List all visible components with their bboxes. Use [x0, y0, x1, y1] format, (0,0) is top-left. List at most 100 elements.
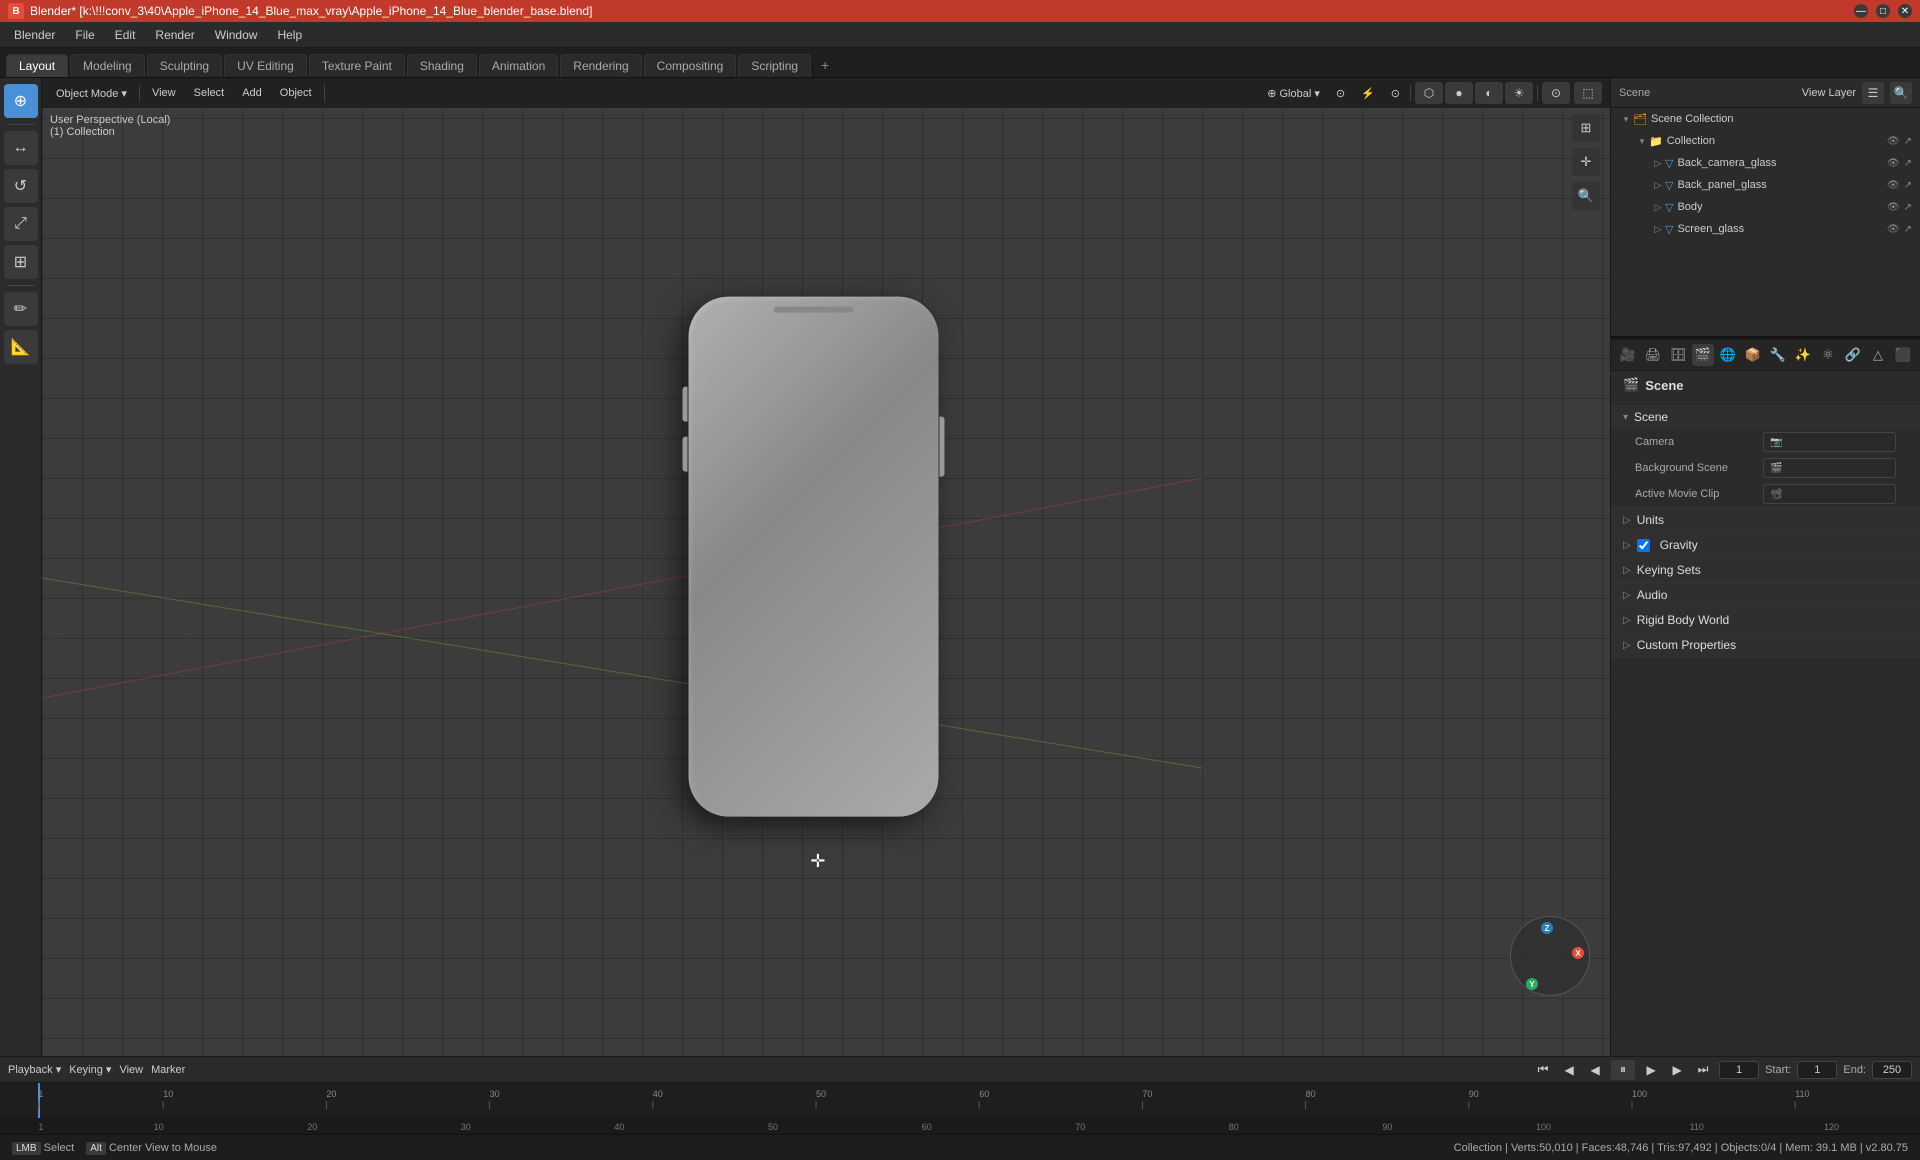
prev-frame-button[interactable]: ◀: [1559, 1060, 1579, 1080]
tab-modeling[interactable]: Modeling: [70, 54, 145, 77]
gizmo-z-axis[interactable]: Z: [1541, 922, 1553, 934]
background-scene-input[interactable]: 🎬: [1763, 458, 1896, 478]
menu-blender[interactable]: Blender: [6, 26, 63, 44]
rendered-shading-button[interactable]: ☀: [1505, 82, 1533, 104]
global-transform-button[interactable]: ⊕ Global ▾: [1261, 85, 1326, 102]
frame-end-input[interactable]: [1872, 1061, 1912, 1079]
marker-menu[interactable]: Marker: [151, 1064, 185, 1076]
object-props-tab[interactable]: 📦: [1742, 344, 1764, 366]
scene-props-tab[interactable]: 🎬: [1692, 344, 1714, 366]
proportional-edit-button[interactable]: ⊙: [1385, 85, 1406, 102]
data-props-tab[interactable]: △: [1867, 344, 1889, 366]
tab-texture-paint[interactable]: Texture Paint: [309, 54, 405, 77]
rotate-tool-button[interactable]: ↺: [4, 169, 38, 203]
keying-sets-section-header[interactable]: ▷ Keying Sets: [1611, 558, 1920, 582]
physics-props-tab[interactable]: ⚛: [1817, 344, 1839, 366]
search-viewport-button[interactable]: 🔍: [1572, 182, 1600, 210]
pivot-button[interactable]: ⊙: [1330, 85, 1351, 102]
gizmo-y-axis[interactable]: Y: [1526, 978, 1538, 990]
gravity-section-header[interactable]: ▷ Gravity: [1611, 533, 1920, 557]
menu-file[interactable]: File: [67, 26, 102, 44]
tab-sculpting[interactable]: Sculpting: [147, 54, 222, 77]
screen-glass-vis: 👁: [1887, 224, 1900, 235]
close-button[interactable]: ✕: [1898, 4, 1912, 18]
tab-animation[interactable]: Animation: [479, 54, 558, 77]
custom-properties-section-header[interactable]: ▷ Custom Properties: [1611, 633, 1920, 657]
next-keyframe-button[interactable]: ▶: [1667, 1060, 1687, 1080]
view-menu-timeline[interactable]: View: [119, 1064, 143, 1076]
object-mode-dropdown[interactable]: Object Mode ▾: [50, 85, 133, 102]
grid-floor-button[interactable]: ⊞: [1572, 114, 1600, 142]
solid-shading-button[interactable]: ●: [1445, 82, 1473, 104]
wireframe-shading-button[interactable]: ⬡: [1415, 82, 1443, 104]
body-row[interactable]: ▷ ▽ Body 👁 ↗: [1611, 196, 1920, 218]
keying-menu[interactable]: Keying ▾: [69, 1063, 111, 1076]
prev-keyframe-button[interactable]: ◀: [1585, 1060, 1605, 1080]
back-camera-glass-row[interactable]: ▷ ▽ Back_camera_glass 👁 ↗: [1611, 152, 1920, 174]
cursor-viewport-button[interactable]: ✛: [1572, 148, 1600, 176]
scale-tool-button[interactable]: ⤢: [4, 207, 38, 241]
measure-tool-button[interactable]: 📐: [4, 330, 38, 364]
jump-end-button[interactable]: ⏭: [1693, 1060, 1713, 1080]
view-menu[interactable]: View: [146, 85, 182, 101]
transform-tool-button[interactable]: ⊞: [4, 245, 38, 279]
add-workspace-button[interactable]: +: [813, 53, 837, 77]
constraints-props-tab[interactable]: 🔗: [1842, 344, 1864, 366]
particles-props-tab[interactable]: ✨: [1792, 344, 1814, 366]
outliner-filter-button[interactable]: ☰: [1862, 82, 1884, 104]
playback-menu[interactable]: Playback ▾: [8, 1063, 61, 1076]
move-tool-button[interactable]: ↔: [4, 131, 38, 165]
tab-scripting[interactable]: Scripting: [738, 54, 811, 77]
world-props-tab[interactable]: 🌐: [1717, 344, 1739, 366]
frame-end-label: End:: [1843, 1064, 1866, 1076]
maximize-button[interactable]: □: [1876, 4, 1890, 18]
timeline-track[interactable]: 1 10 20 30 40 50 60 70 80 90 100 110: [0, 1083, 1920, 1134]
modifier-props-tab[interactable]: 🔧: [1767, 344, 1789, 366]
xray-button[interactable]: ⬚: [1574, 82, 1602, 104]
audio-section-header[interactable]: ▷ Audio: [1611, 583, 1920, 607]
jump-start-button[interactable]: ⏮: [1533, 1060, 1553, 1080]
overlay-button[interactable]: ⊙: [1542, 82, 1570, 104]
screen-glass-row[interactable]: ▷ ▽ Screen_glass 👁 ↗: [1611, 218, 1920, 240]
frame-start-input[interactable]: [1797, 1061, 1837, 1079]
view-layer-props-tab[interactable]: 🗄: [1667, 344, 1689, 366]
gizmo-x-axis[interactable]: X: [1572, 947, 1584, 959]
viewport-3d[interactable]: Object Mode ▾ View Select Add Object ⊕ G…: [42, 78, 1610, 1056]
window-controls[interactable]: — □ ✕: [1854, 4, 1912, 18]
annotate-tool-button[interactable]: ✏: [4, 292, 38, 326]
navigation-gizmo[interactable]: X Y Z: [1510, 916, 1600, 1006]
snap-button[interactable]: ⚡: [1355, 85, 1381, 102]
minimize-button[interactable]: —: [1854, 4, 1868, 18]
active-movie-clip-input[interactable]: 📽: [1763, 484, 1896, 504]
units-section-header[interactable]: ▷ Units: [1611, 508, 1920, 532]
tab-rendering[interactable]: Rendering: [560, 54, 641, 77]
render-props-tab[interactable]: 🎥: [1617, 344, 1639, 366]
outliner-search-button[interactable]: 🔍: [1890, 82, 1912, 104]
select-menu[interactable]: Select: [188, 85, 231, 101]
menu-edit[interactable]: Edit: [107, 26, 144, 44]
stop-button[interactable]: ⏸: [1611, 1060, 1635, 1080]
tab-layout[interactable]: Layout: [6, 54, 68, 77]
tab-compositing[interactable]: Compositing: [644, 54, 737, 77]
scene-section-header[interactable]: ▾ Scene: [1611, 405, 1920, 429]
play-button[interactable]: ▶: [1641, 1060, 1661, 1080]
menu-render[interactable]: Render: [147, 26, 202, 44]
rigid-body-world-section-header[interactable]: ▷ Rigid Body World: [1611, 608, 1920, 632]
tab-uv-editing[interactable]: UV Editing: [224, 54, 307, 77]
timeline-ruler[interactable]: 1 10 20 30 40 50 60 70 80 90 100 110: [0, 1082, 1920, 1134]
menu-help[interactable]: Help: [269, 26, 310, 44]
tab-shading[interactable]: Shading: [407, 54, 477, 77]
current-frame-input[interactable]: [1719, 1061, 1759, 1079]
object-menu[interactable]: Object: [274, 85, 318, 101]
menu-window[interactable]: Window: [207, 26, 266, 44]
collection-row[interactable]: ▾ 📁 Collection 👁 ↗: [1611, 130, 1920, 152]
cursor-tool-button[interactable]: ⊕: [4, 84, 38, 118]
output-props-tab[interactable]: 🖨: [1642, 344, 1664, 366]
camera-input[interactable]: 📷: [1763, 432, 1896, 452]
material-shading-button[interactable]: ◐: [1475, 82, 1503, 104]
back-panel-glass-row[interactable]: ▷ ▽ Back_panel_glass 👁 ↗: [1611, 174, 1920, 196]
gravity-checkbox[interactable]: [1637, 539, 1650, 552]
scene-collection-row[interactable]: ▾ 🗂 Scene Collection: [1611, 108, 1920, 130]
material-props-tab[interactable]: ⬛: [1892, 344, 1914, 366]
add-menu[interactable]: Add: [236, 85, 268, 101]
